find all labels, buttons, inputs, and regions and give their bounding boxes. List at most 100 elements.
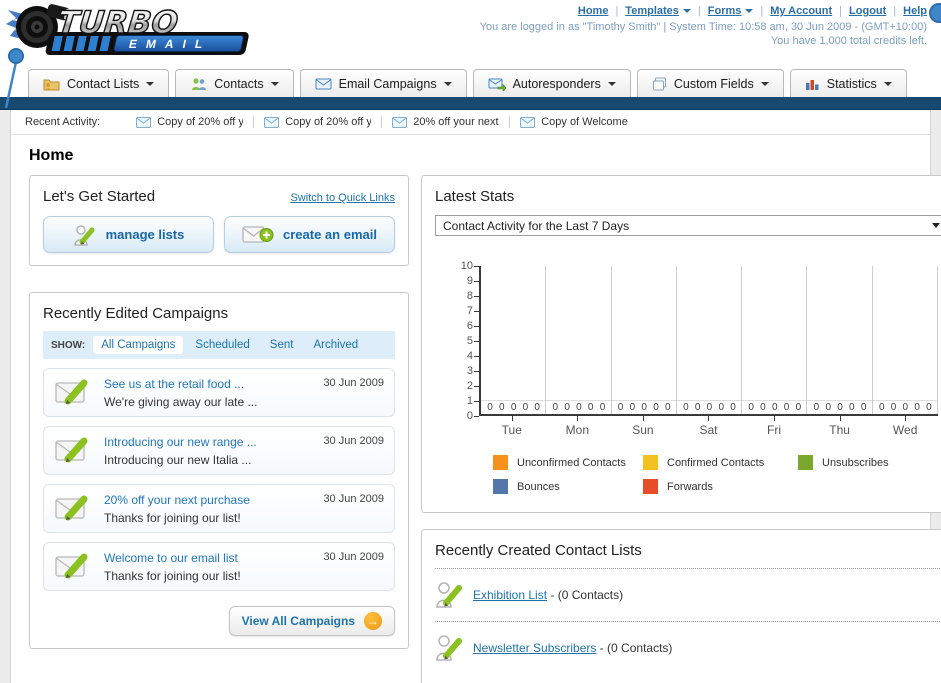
filter-all-campaigns[interactable]: All Campaigns (93, 336, 184, 354)
tab-custom-fields[interactable]: Custom Fields (636, 69, 784, 97)
email-campaigns-envelope-icon (315, 78, 332, 90)
campaign-envelope-pencil-icon (55, 495, 88, 521)
header-link-home[interactable]: Home (578, 5, 609, 17)
tab-caret-icon (443, 82, 452, 86)
y-axis-tick-mark (474, 385, 479, 387)
tab-statistics[interactable]: Statistics (789, 69, 907, 97)
header-link-my-account[interactable]: My Account (770, 5, 832, 17)
campaign-row[interactable]: Introducing our new range ... Introducing… (43, 426, 395, 475)
campaigns-filter-bar: SHOW: All Campaigns Scheduled Sent Archi… (43, 331, 395, 359)
campaign-title-link[interactable]: Introducing our new range ... (104, 435, 313, 449)
main-nav-tabbar: Contact Lists Contacts Email Campaigns A… (0, 58, 941, 97)
link-separator: | (760, 5, 764, 17)
campaign-row[interactable]: See us at the retail food ... We're givin… (43, 368, 395, 417)
data-point-label: 0 (849, 401, 855, 413)
contacts-people-icon (192, 78, 207, 90)
y-axis-tick-mark (474, 310, 479, 312)
header-link-templates[interactable]: Templates (625, 5, 691, 17)
y-axis-tick-mark (474, 370, 479, 372)
view-all-campaigns-button[interactable]: View All Campaigns → (228, 606, 395, 636)
tab-caret-icon (607, 82, 616, 86)
campaign-title-link[interactable]: Welcome to our email list (104, 551, 313, 565)
data-point-label: 0 (902, 401, 909, 413)
tab-autoresponders[interactable]: Autoresponders (472, 69, 631, 97)
vertical-gridline (806, 266, 808, 414)
filter-archived[interactable]: Archived (305, 336, 366, 354)
data-label-group: 00000 (677, 401, 742, 413)
data-point-label: 0 (522, 401, 529, 413)
header-link-forms[interactable]: Forms (708, 5, 754, 17)
data-point-label: 0 (760, 401, 766, 413)
recent-activity-item[interactable]: Copy of 20% off yo (254, 116, 383, 128)
recent-activity-item[interactable]: Copy of Welcome to (510, 116, 638, 128)
link-separator: | (893, 5, 897, 17)
data-point-label: 0 (564, 401, 570, 413)
campaign-row[interactable]: Welcome to our email list Thanks for join… (43, 542, 395, 591)
data-point-label: 0 (813, 401, 820, 413)
recent-activity-item[interactable]: Copy of 20% off yo (126, 116, 255, 128)
main-content: Recent Activity: Copy of 20% off yo Copy… (10, 110, 941, 683)
y-axis-tick-label: 2 (466, 380, 473, 392)
data-point-label: 0 (510, 401, 517, 413)
contact-list-link[interactable]: Newsletter Subscribers (473, 641, 596, 655)
create-an-email-button[interactable]: create an email (224, 216, 395, 253)
header-nav-links: Home | Templates | Forms | My Account | Logo… (480, 5, 927, 17)
x-axis-day-label: Tue (479, 416, 545, 437)
recent-activity-item[interactable]: 20% off your next p (382, 116, 511, 128)
x-axis-day-label: Wed (872, 416, 938, 437)
tab-label: Email Campaigns (338, 77, 437, 91)
arrow-circle-icon: → (364, 612, 382, 630)
data-point-label: 0 (730, 401, 736, 413)
tab-caret-icon (270, 82, 279, 86)
y-axis-tick-label: 8 (466, 290, 473, 302)
chart-legend: Unconfirmed Contacts Confirmed Contacts … (493, 455, 941, 494)
envelope-icon (520, 116, 536, 128)
campaign-date: 30 Jun 2009 (323, 551, 384, 563)
switch-to-quick-links[interactable]: Switch to Quick Links (290, 192, 395, 204)
top-header: EMAIL TURBO Home | Templates | Forms | My A… (0, 0, 941, 58)
filter-sent[interactable]: Sent (262, 336, 302, 354)
y-axis-tick-label: 7 (466, 305, 473, 317)
filter-scheduled[interactable]: Scheduled (187, 336, 257, 354)
campaign-row[interactable]: 20% off your next purchase Thanks for joi… (43, 484, 395, 533)
data-label-group: 00000 (873, 401, 938, 413)
tab-contacts[interactable]: Contacts (175, 69, 294, 97)
data-point-label: 0 (487, 401, 493, 413)
contact-list-link[interactable]: Exhibition List (473, 588, 547, 602)
tab-label: Statistics (826, 77, 877, 91)
campaign-subject: Introducing our new Italia ... (104, 453, 252, 467)
y-axis-tick-label: 9 (466, 275, 473, 287)
vertical-gridline (675, 266, 677, 414)
data-point-label: 0 (890, 401, 897, 413)
x-axis-day-label: Fri (741, 416, 807, 437)
header-link-logout[interactable]: Logout (849, 5, 886, 17)
contact-list-item[interactable]: Newsletter Subscribers - (0 Contacts) (435, 631, 941, 665)
link-separator: | (697, 5, 701, 17)
tab-contact-lists[interactable]: Contact Lists (28, 69, 170, 97)
data-point-label: 0 (926, 401, 932, 413)
manage-lists-person-pencil-icon (73, 224, 95, 246)
y-axis-tick-mark (474, 295, 479, 297)
tab-label: Custom Fields (673, 77, 754, 91)
campaign-title-link[interactable]: See us at the retail food ... (104, 377, 313, 391)
data-point-label: 0 (825, 401, 832, 413)
stats-report-select[interactable]: Contact Activity for the Last 7 Days (435, 215, 941, 236)
vertical-gridline (741, 266, 743, 414)
campaign-date: 30 Jun 2009 (323, 493, 384, 505)
data-point-label: 0 (664, 401, 671, 413)
contact-list-item[interactable]: Exhibition List - (0 Contacts) (435, 578, 941, 612)
vertical-gridline (871, 266, 873, 414)
select-caret-icon (932, 223, 940, 228)
data-point-label: 0 (587, 401, 594, 413)
data-label-group: 00000 (742, 401, 807, 413)
tab-email-campaigns[interactable]: Email Campaigns (299, 69, 467, 97)
manage-lists-button[interactable]: manage lists (43, 216, 214, 253)
vertical-gridline (937, 266, 938, 414)
campaign-title-link[interactable]: 20% off your next purchase (104, 493, 313, 507)
chart-plot-area: 0 1 2 3 4 5 6 7 8 9 10 0 0 0 0 0 0 0 0 0 0 0 0 0 0 0 0 0 0 0 0 0 0 0 0 0 0 0 0… (461, 260, 938, 422)
button-label: create an email (283, 227, 377, 242)
logo-turbo-text: TURBO (56, 5, 180, 41)
corner-dot-decoration (929, 3, 941, 23)
data-point-label: 0 (706, 401, 713, 413)
header-link-help[interactable]: Help (903, 5, 927, 17)
